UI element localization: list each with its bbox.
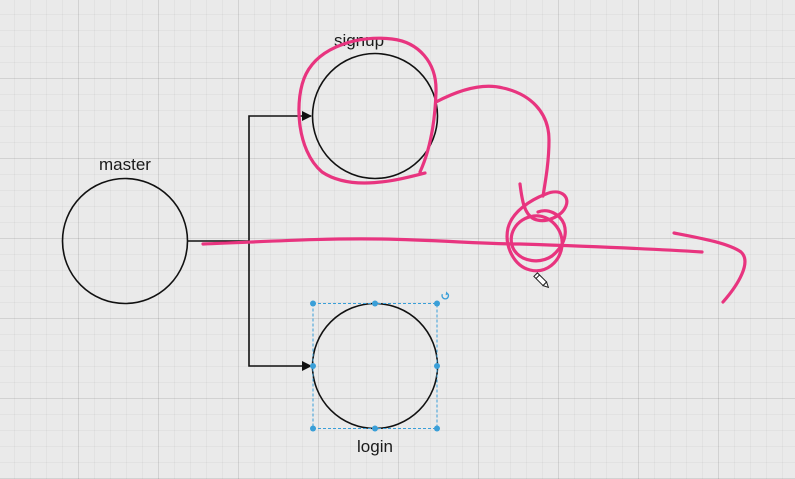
selection-box: [312, 303, 438, 429]
diagram: master signup login: [61, 31, 747, 457]
master-label: master: [99, 155, 151, 174]
node-login[interactable]: login: [311, 302, 439, 457]
connector-master-to-login[interactable]: [248, 241, 312, 371]
freehand-ink[interactable]: [201, 36, 747, 304]
node-signup[interactable]: signup: [311, 31, 439, 180]
resize-handle-top-left[interactable]: [310, 300, 316, 307]
resize-handle-top[interactable]: [372, 300, 378, 307]
resize-handle-top-right[interactable]: [434, 300, 440, 307]
resize-handle-bottom[interactable]: [372, 425, 378, 432]
node-master[interactable]: master: [61, 155, 189, 305]
resize-handle-bottom-right[interactable]: [434, 425, 440, 432]
pencil-cursor-icon: [533, 272, 550, 289]
signup-circle[interactable]: [311, 52, 439, 180]
ink-stroke-hook[interactable]: [672, 231, 747, 304]
master-circle[interactable]: [61, 177, 189, 305]
resize-handle-left[interactable]: [310, 363, 316, 369]
ink-stroke-knot[interactable]: [505, 182, 569, 273]
login-circle[interactable]: [311, 302, 439, 430]
resize-handle-right[interactable]: [434, 363, 440, 369]
whiteboard-canvas[interactable]: master signup login: [0, 0, 795, 479]
ink-stroke-signup-loop[interactable]: [297, 36, 438, 185]
rotate-handle-icon[interactable]: [441, 291, 450, 300]
ink-stroke-long-line[interactable]: [201, 237, 704, 254]
ink-stroke-trail[interactable]: [434, 84, 551, 198]
connector-master-to-signup[interactable]: [188, 111, 312, 242]
resize-handle-bottom-left[interactable]: [310, 425, 316, 432]
login-label: login: [357, 437, 393, 456]
